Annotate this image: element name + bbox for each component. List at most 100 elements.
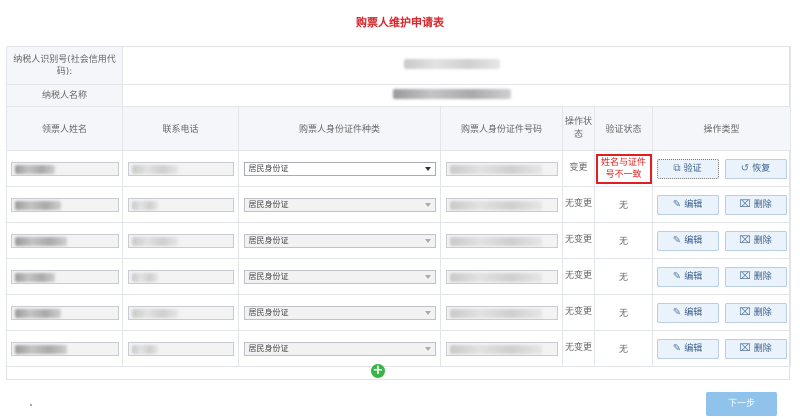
action2-label: 删除 xyxy=(753,307,772,318)
decorative-dot xyxy=(30,404,32,406)
action2-label: 删除 xyxy=(753,235,772,246)
chevron-down-icon xyxy=(424,202,431,207)
id-number-input[interactable] xyxy=(445,305,558,320)
name-cell xyxy=(6,258,123,295)
verify-status-cell: 无 xyxy=(594,258,653,295)
restore-icon: ↺ xyxy=(740,162,750,174)
edit-button[interactable]: ✎ 编辑 xyxy=(656,302,719,323)
chevron-down-icon xyxy=(424,310,431,315)
delete-button[interactable]: ⌧ 删除 xyxy=(724,302,787,323)
id-number-cell xyxy=(440,294,563,331)
taxpayer-id-value xyxy=(122,46,791,85)
id-number-input[interactable] xyxy=(445,233,558,248)
verify-status-cell: 姓名与证件号不一致 xyxy=(594,150,653,187)
taxpayer-name-value xyxy=(122,84,791,107)
id-type-select[interactable]: 居民身份证 xyxy=(243,269,436,284)
phone-cell xyxy=(122,258,239,295)
name-input[interactable] xyxy=(10,161,119,176)
phone-input[interactable] xyxy=(127,305,234,320)
verify-status-text: 姓名与证件号不一致 xyxy=(595,153,652,184)
id-type-select[interactable]: 居民身份证 xyxy=(243,161,436,176)
verify-status-cell: 无 xyxy=(594,330,653,367)
delete-button[interactable]: ⌧ 删除 xyxy=(724,338,787,359)
delete-icon: ⌧ xyxy=(739,306,751,318)
action2-label: 恢复 xyxy=(752,163,771,174)
op-status-text: 变更 xyxy=(569,163,588,173)
edit-button[interactable]: ✎ 编辑 xyxy=(656,338,719,359)
phone-input[interactable] xyxy=(127,161,234,176)
table-row: 居民身份证 无变更 无 ✎ 编辑 ⌧ 删除 xyxy=(6,186,791,223)
verify-status-cell: 无 xyxy=(594,186,653,223)
op-status-text: 无变更 xyxy=(564,307,592,317)
phone-input[interactable] xyxy=(127,269,234,284)
id-type-cell: 居民身份证 xyxy=(238,258,441,295)
id-type-select[interactable]: 居民身份证 xyxy=(243,233,436,248)
id-type-select[interactable]: 居民身份证 xyxy=(243,341,436,356)
name-input[interactable] xyxy=(10,269,119,284)
id-number-cell xyxy=(440,330,563,367)
action-cell: ✎ 编辑 ⌧ 删除 xyxy=(652,222,791,259)
id-type-value: 居民身份证 xyxy=(248,307,289,317)
col-header-phone: 联系电话 xyxy=(122,106,239,151)
name-input[interactable] xyxy=(10,197,119,212)
action-cell: ✎ 编辑 ⌧ 删除 xyxy=(652,330,791,367)
phone-input[interactable] xyxy=(127,341,234,356)
name-cell xyxy=(6,294,123,331)
verify-button[interactable]: ⧉ 验证 xyxy=(656,158,719,179)
action2-label: 删除 xyxy=(753,271,772,282)
id-number-cell xyxy=(440,222,563,259)
id-number-cell xyxy=(440,150,563,187)
phone-cell xyxy=(122,186,239,223)
id-number-input[interactable] xyxy=(445,197,558,212)
verify-status-text: 无 xyxy=(618,201,628,211)
id-type-select[interactable]: 居民身份证 xyxy=(243,305,436,320)
id-type-select[interactable]: 居民身份证 xyxy=(243,197,436,212)
action1-label: 编辑 xyxy=(684,199,703,210)
action2-label: 删除 xyxy=(753,199,772,210)
op-status-cell: 无变更 xyxy=(562,222,595,259)
verify-status-cell: 无 xyxy=(594,294,653,331)
op-status-text: 无变更 xyxy=(564,235,592,245)
col-header-id-type: 购票人身份证件种类 xyxy=(238,106,441,151)
verify-status-text: 无 xyxy=(618,345,628,355)
restore-button[interactable]: ↺ 恢复 xyxy=(724,158,787,179)
id-type-cell: 居民身份证 xyxy=(238,150,441,187)
name-input[interactable] xyxy=(10,233,119,248)
action1-label: 编辑 xyxy=(684,271,703,282)
edit-icon: ✎ xyxy=(672,342,682,354)
id-type-cell: 居民身份证 xyxy=(238,186,441,223)
id-number-input[interactable] xyxy=(445,341,558,356)
delete-button[interactable]: ⌧ 删除 xyxy=(724,266,787,287)
taxpayer-id-label: 纳税人识别号(社会信用代码): xyxy=(6,46,123,85)
edit-button[interactable]: ✎ 编辑 xyxy=(656,266,719,287)
table-row: 居民身份证 无变更 无 ✎ 编辑 ⌧ 删除 xyxy=(6,330,791,367)
delete-button[interactable]: ⌧ 删除 xyxy=(724,194,787,215)
verify-status-text: 无 xyxy=(618,273,628,283)
name-input[interactable] xyxy=(10,341,119,356)
edit-button[interactable]: ✎ 编辑 xyxy=(656,194,719,215)
add-row-button[interactable]: + xyxy=(371,364,385,378)
edit-icon: ✎ xyxy=(672,306,682,318)
edit-icon: ✎ xyxy=(672,198,682,210)
next-step-button[interactable]: 下一步 xyxy=(706,392,777,416)
name-cell xyxy=(6,330,123,367)
verify-status-cell: 无 xyxy=(594,222,653,259)
edit-button[interactable]: ✎ 编辑 xyxy=(656,230,719,251)
op-status-cell: 无变更 xyxy=(562,258,595,295)
id-number-input[interactable] xyxy=(445,269,558,284)
delete-button[interactable]: ⌧ 删除 xyxy=(724,230,787,251)
table-row: 居民身份证 无变更 无 ✎ 编辑 ⌧ 删除 xyxy=(6,222,791,259)
edit-icon: ✎ xyxy=(672,270,682,282)
phone-input[interactable] xyxy=(127,197,234,212)
phone-input[interactable] xyxy=(127,233,234,248)
id-type-value: 居民身份证 xyxy=(248,343,289,353)
id-number-input[interactable] xyxy=(445,161,558,176)
action-cell: ✎ 编辑 ⌧ 删除 xyxy=(652,258,791,295)
id-type-value: 居民身份证 xyxy=(248,199,289,209)
action2-label: 删除 xyxy=(753,343,772,354)
action1-label: 编辑 xyxy=(684,307,703,318)
name-input[interactable] xyxy=(10,305,119,320)
col-header-name: 领票人姓名 xyxy=(6,106,123,151)
chevron-down-icon xyxy=(424,346,431,351)
verify-status-text: 无 xyxy=(618,309,628,319)
